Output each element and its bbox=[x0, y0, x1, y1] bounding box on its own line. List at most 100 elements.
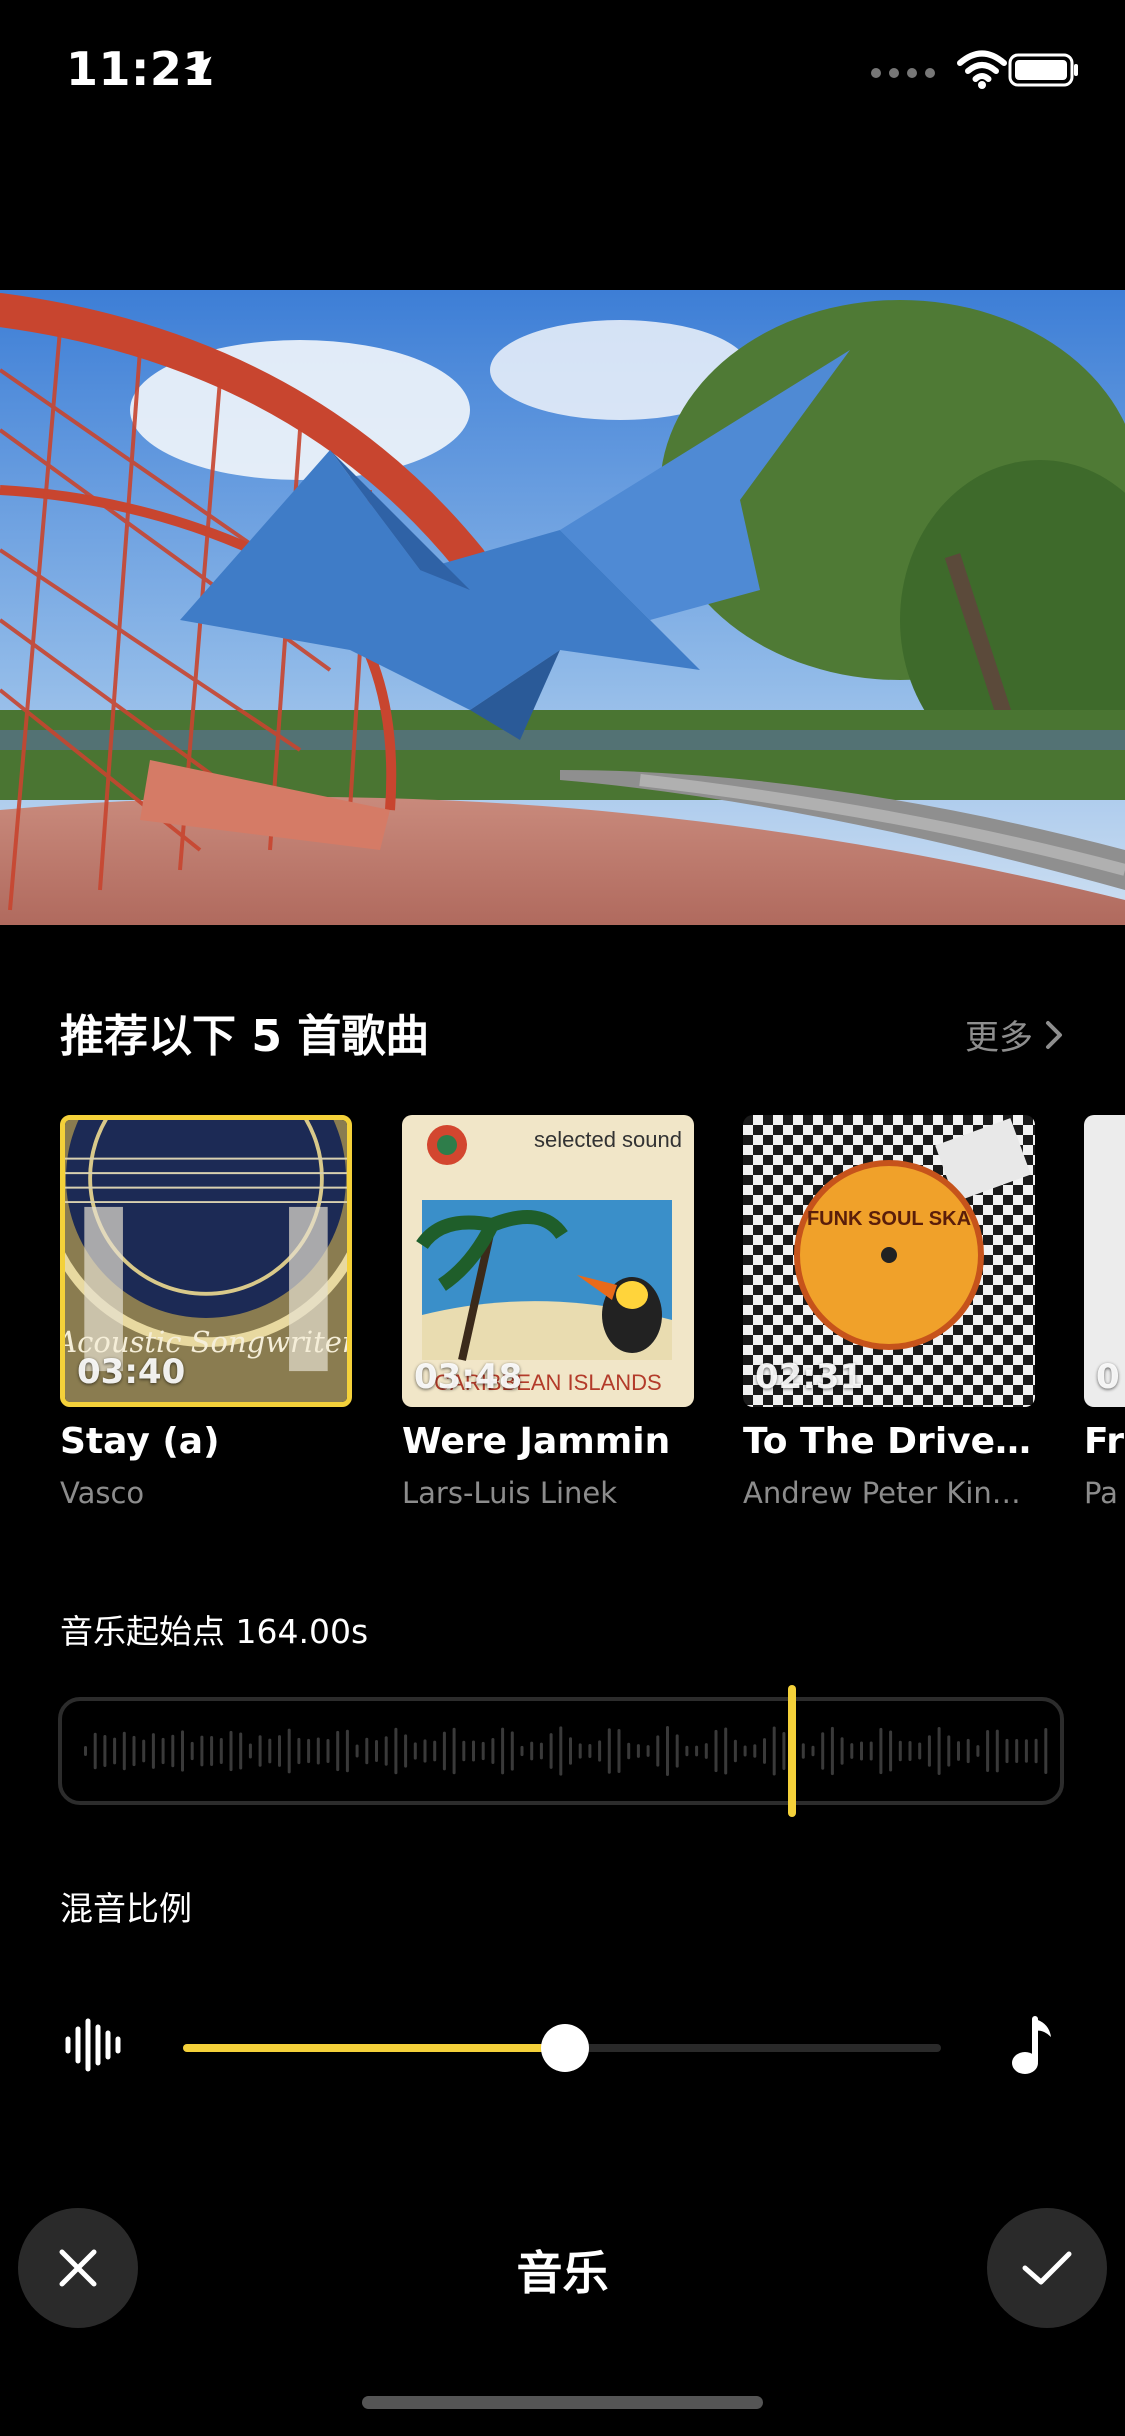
page-title: 音乐 bbox=[516, 2246, 609, 2300]
waveform-bar bbox=[889, 1730, 893, 1772]
song-duration: 03:40 bbox=[77, 1352, 186, 1392]
mix-slider-thumb[interactable] bbox=[541, 2024, 589, 2072]
more-label: 更多 bbox=[965, 1018, 1033, 1058]
song-card[interactable]: 0 Fr Pa bbox=[1084, 1115, 1125, 1510]
waveform-bar bbox=[685, 1745, 689, 1757]
chevron-right-icon bbox=[1046, 1020, 1062, 1049]
waveform-bar bbox=[93, 1732, 97, 1770]
waveform-bar bbox=[423, 1739, 427, 1763]
confirm-button[interactable] bbox=[987, 2208, 1107, 2328]
waveform-bar bbox=[801, 1743, 805, 1759]
location-arrow-icon bbox=[184, 56, 212, 84]
waveform-bar bbox=[268, 1738, 272, 1764]
waveform-bar bbox=[239, 1732, 243, 1770]
music-note-icon bbox=[1012, 2016, 1051, 2074]
song-card[interactable]: Acoustic Songwriter 03:40 Stay (a) Vasco bbox=[60, 1115, 352, 1510]
waveform-bar bbox=[733, 1739, 737, 1763]
mix-ratio-label: 混音比例 bbox=[60, 1889, 192, 1928]
waveform-bar bbox=[365, 1737, 369, 1765]
waveform-bar bbox=[646, 1745, 650, 1757]
waveform-bar bbox=[229, 1730, 233, 1772]
waveform-bar bbox=[219, 1737, 223, 1765]
waveform-bar bbox=[355, 1744, 359, 1758]
waveform-scrubber[interactable] bbox=[58, 1697, 1064, 1805]
waveform-bar bbox=[1005, 1738, 1009, 1764]
waveform-bar bbox=[569, 1737, 572, 1765]
more-button[interactable]: 更多 bbox=[965, 1010, 1065, 1059]
waveform-bar bbox=[1015, 1738, 1019, 1764]
waveform-bar bbox=[617, 1729, 621, 1773]
song-list[interactable]: Acoustic Songwriter 03:40 Stay (a) Vasco… bbox=[0, 1115, 1125, 1535]
cellular-signal-icon bbox=[871, 68, 935, 78]
wifi-icon bbox=[957, 50, 1007, 89]
waveform-bar bbox=[869, 1741, 873, 1761]
waveform-bar bbox=[326, 1739, 330, 1763]
waveform-bar bbox=[976, 1745, 980, 1757]
waveform-bar bbox=[588, 1744, 592, 1758]
waveform-bar bbox=[578, 1743, 582, 1759]
waveform-bar bbox=[947, 1735, 951, 1767]
waveform-bar bbox=[491, 1738, 495, 1764]
waveform-bar bbox=[181, 1730, 184, 1772]
cover-text: FUNK SOUL SKA bbox=[807, 1208, 971, 1230]
waveform-bar bbox=[287, 1728, 291, 1774]
song-card[interactable]: FUNK SOUL SKA 02:31 To The Driveth... An… bbox=[743, 1115, 1035, 1510]
song-title: Were Jammin bbox=[402, 1421, 671, 1462]
waveform-bar bbox=[510, 1731, 514, 1771]
waveform-bar bbox=[345, 1729, 349, 1773]
song-cover[interactable]: selected sound CARIBBEAN ISLANDS 03:48 bbox=[402, 1115, 694, 1407]
waveform-bar bbox=[675, 1734, 679, 1768]
waveform-bar bbox=[520, 1745, 524, 1757]
waveform-bar bbox=[84, 1746, 87, 1756]
waveform-bar bbox=[413, 1742, 417, 1760]
video-frame bbox=[0, 290, 1125, 925]
cover-text: selected sound bbox=[534, 1127, 682, 1152]
waveform-bar bbox=[966, 1738, 970, 1764]
waveform-bar bbox=[666, 1726, 669, 1776]
waveform-bar bbox=[811, 1745, 815, 1757]
waveform-bar bbox=[549, 1733, 553, 1769]
waveform-bar bbox=[501, 1727, 505, 1775]
waveform-bar bbox=[598, 1740, 602, 1762]
waveform-bar bbox=[404, 1734, 408, 1768]
song-cover[interactable]: FUNK SOUL SKA 02:31 bbox=[743, 1115, 1035, 1407]
video-preview[interactable] bbox=[0, 290, 1125, 925]
song-card[interactable]: selected sound CARIBBEAN ISLANDS 03:48 W… bbox=[402, 1115, 694, 1510]
waveform-bar bbox=[307, 1738, 311, 1764]
waveform-bar bbox=[724, 1727, 728, 1775]
waveform-bar bbox=[113, 1737, 117, 1765]
waveform-bar bbox=[937, 1727, 941, 1775]
song-cover[interactable]: Acoustic Songwriter 03:40 bbox=[60, 1115, 352, 1407]
waveform-bar bbox=[384, 1736, 388, 1766]
waveform-bar bbox=[879, 1727, 883, 1775]
waveform-bar bbox=[772, 1726, 776, 1776]
waveform-bar bbox=[336, 1730, 340, 1772]
waveform-bar bbox=[1034, 1738, 1038, 1764]
waveform-bar bbox=[375, 1740, 378, 1762]
waveform-bar bbox=[1044, 1728, 1048, 1774]
waveform-bar bbox=[452, 1727, 456, 1775]
start-point-handle[interactable] bbox=[788, 1685, 796, 1817]
waveform-bar bbox=[782, 1732, 786, 1770]
waveform-bar bbox=[753, 1744, 757, 1758]
waveform-bar bbox=[297, 1737, 301, 1765]
waveform-bar bbox=[190, 1741, 194, 1761]
waveform-bar bbox=[151, 1733, 155, 1769]
waveform-bar bbox=[636, 1744, 640, 1758]
waveform-bar bbox=[850, 1743, 854, 1759]
waveform-bar bbox=[132, 1735, 136, 1767]
waveform-bar bbox=[394, 1727, 398, 1775]
original-audio-waveform-icon bbox=[65, 2018, 121, 2072]
waveform-bar bbox=[171, 1734, 175, 1768]
song-artist: Vasco bbox=[60, 1476, 145, 1510]
song-duration: 02:31 bbox=[755, 1357, 864, 1397]
waveform-bar bbox=[627, 1742, 631, 1760]
battery-icon bbox=[1008, 53, 1078, 87]
recommend-title: 推荐以下 5 首歌曲 bbox=[60, 1011, 430, 1062]
waveform-bar bbox=[142, 1739, 146, 1763]
song-cover[interactable]: 0 bbox=[1084, 1115, 1125, 1407]
waveform-bar bbox=[714, 1729, 718, 1773]
checkmark-icon bbox=[1022, 2251, 1072, 2285]
waveform-bar bbox=[918, 1742, 922, 1760]
waveform-bar bbox=[161, 1737, 165, 1765]
